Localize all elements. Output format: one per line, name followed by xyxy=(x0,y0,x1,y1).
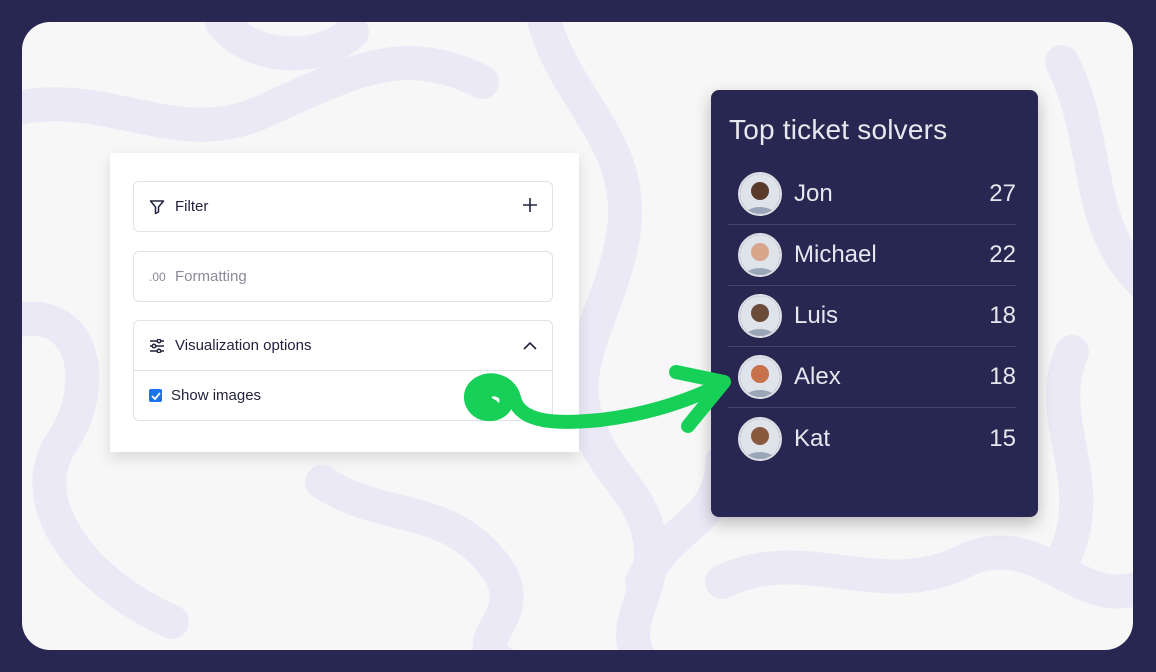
solver-count: 18 xyxy=(989,302,1016,329)
show-images-option[interactable]: Show images xyxy=(134,371,552,420)
avatar xyxy=(738,233,782,277)
visualization-options-section: Visualization options Show images xyxy=(133,320,553,421)
avatar-face xyxy=(751,243,769,261)
avatar xyxy=(738,355,782,399)
solver-name: Michael xyxy=(794,241,877,268)
solver-name: Jon xyxy=(794,180,833,207)
top-ticket-solvers-card: Top ticket solvers Jon 27 Michael 22 Lui… xyxy=(711,90,1038,517)
sliders-icon xyxy=(149,338,167,353)
solver-name: Kat xyxy=(794,424,831,452)
show-images-label: Show images xyxy=(171,387,262,404)
solver-row: Kat 15 xyxy=(728,408,1016,469)
avatar xyxy=(738,294,782,338)
solver-list: Jon 27 Michael 22 Luis 18 Alex 18 Kat 15 xyxy=(728,164,1016,469)
show-images-checkbox[interactable] xyxy=(149,389,162,402)
avatar-face xyxy=(751,304,769,322)
solver-row: Jon 27 xyxy=(728,164,1016,225)
avatar xyxy=(738,172,782,216)
formatting-section[interactable]: .00 Formatting xyxy=(133,251,553,302)
query-settings-panel: Filter .00 Formatting Visualization opti… xyxy=(110,153,579,452)
solver-name: Luis xyxy=(794,302,839,329)
avatar-face xyxy=(751,182,769,200)
card-title: Top ticket solvers xyxy=(729,114,948,145)
solver-count: 27 xyxy=(989,180,1016,207)
filter-label: Filter xyxy=(175,198,209,215)
solver-row: Michael 22 xyxy=(728,225,1016,286)
formatting-label: Formatting xyxy=(175,268,247,285)
chevron-up-icon[interactable] xyxy=(523,337,537,354)
filter-section[interactable]: Filter xyxy=(133,181,553,232)
avatar xyxy=(738,416,782,461)
solver-count: 22 xyxy=(989,241,1016,268)
solver-count: 15 xyxy=(989,424,1016,452)
visualization-options-label: Visualization options xyxy=(175,337,312,354)
visualization-options-header[interactable]: Visualization options xyxy=(134,321,552,370)
avatar-face xyxy=(751,426,769,445)
solver-count: 18 xyxy=(989,363,1016,390)
filter-icon xyxy=(149,199,167,215)
solver-row: Luis 18 xyxy=(728,286,1016,347)
plus-icon[interactable] xyxy=(523,197,537,216)
decimal-format-icon: .00 xyxy=(149,269,166,284)
avatar-face xyxy=(751,365,769,383)
solver-name: Alex xyxy=(794,363,841,390)
solver-row: Alex 18 xyxy=(728,347,1016,408)
